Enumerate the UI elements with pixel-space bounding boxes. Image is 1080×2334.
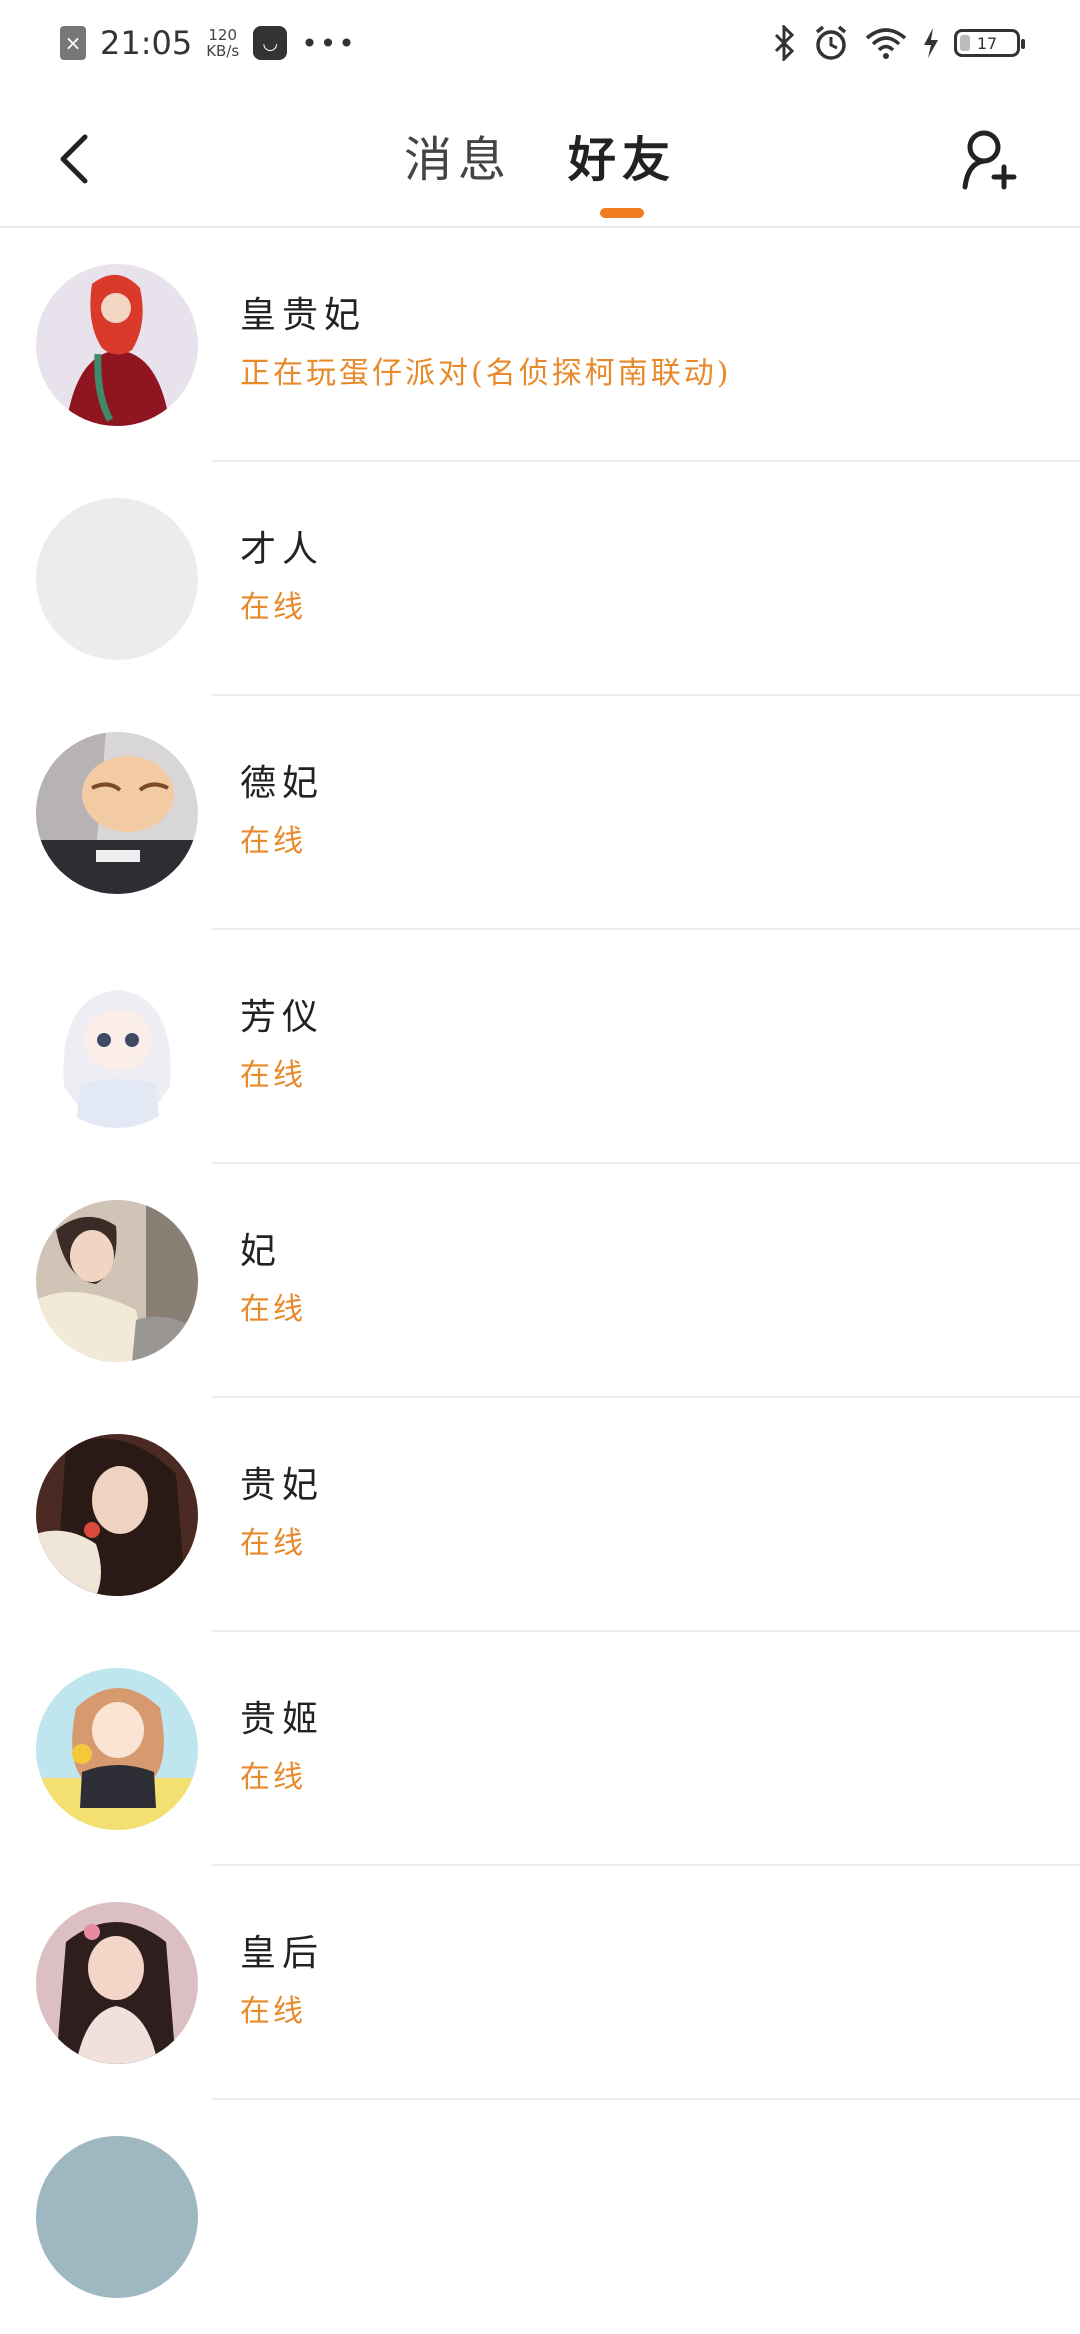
tab-friends[interactable]: 好友 (568, 120, 677, 218)
add-user-icon (962, 130, 1017, 190)
friend-list-item[interactable]: 皇贵妃 正在玩蛋仔派对(名侦探柯南联动) (0, 228, 1080, 462)
friend-list-item[interactable]: 贵妃 在线 (0, 1398, 1080, 1632)
friend-list-item[interactable]: 妃 在线 (0, 1164, 1080, 1398)
tab-messages-label: 消息 (403, 132, 512, 188)
friend-name: 皇贵妃 (240, 295, 367, 336)
status-time: 21:05 (100, 24, 193, 62)
wifi-icon (865, 28, 907, 59)
avatar (36, 1902, 198, 2064)
friend-status: 在线 (240, 1058, 306, 1093)
no-sim-icon: × (60, 26, 86, 60)
friend-list-item[interactable]: 贵姬 在线 (0, 1632, 1080, 1866)
tab-messages[interactable]: 消息 (404, 120, 512, 216)
active-tab-indicator (600, 208, 644, 218)
friend-status: 正在玩蛋仔派对(名侦探柯南联动) (240, 356, 732, 391)
network-speed: 120 KB/s (206, 27, 239, 59)
bluetooth-icon (774, 25, 795, 61)
charging-icon (924, 28, 938, 58)
tab-bar: 消息 好友 (0, 120, 1080, 218)
friend-list-item[interactable]: 德妃 在线 (0, 696, 1080, 930)
friend-list-item[interactable]: 皇后 在线 (0, 1866, 1080, 2100)
friend-name: 贵姬 (240, 1699, 325, 1740)
avatar-placeholder (36, 498, 198, 660)
status-bar: × 21:05 120 KB/s ◡ ••• 17 (0, 0, 1080, 86)
avatar (36, 2136, 198, 2298)
battery-icon: 17 (954, 29, 1025, 57)
friend-status: 在线 (240, 590, 306, 625)
top-nav-bar: 消息 好友 (0, 86, 1080, 228)
friend-name: 才人 (240, 529, 325, 570)
notification-app-icon: ◡ (253, 26, 288, 60)
friend-name: 贵妃 (240, 1465, 325, 1506)
friend-name: 芳仪 (240, 997, 325, 1038)
friend-name: 德妃 (240, 763, 325, 804)
friend-name: 皇后 (240, 1933, 325, 1974)
avatar (36, 1200, 198, 1362)
add-friend-button[interactable] (958, 126, 1024, 192)
friend-list: 皇贵妃 正在玩蛋仔派对(名侦探柯南联动) 才人 在线 德妃 在线 芳仪 在线 妃… (0, 228, 1080, 2334)
status-left: × 21:05 120 KB/s ◡ ••• (60, 24, 357, 62)
avatar (36, 1668, 198, 1830)
network-speed-value: 120 (208, 26, 238, 44)
friend-status: 在线 (240, 1292, 306, 1327)
avatar (36, 732, 198, 894)
tab-friends-label: 好友 (568, 132, 677, 188)
alarm-icon (815, 25, 847, 60)
friend-list-item[interactable]: 才人 在线 (0, 462, 1080, 696)
friend-status: 在线 (240, 1760, 306, 1795)
avatar (36, 264, 198, 426)
friend-name: 妃 (240, 1231, 283, 1272)
friend-status: 在线 (240, 1994, 306, 2029)
status-right: 17 (772, 24, 1025, 62)
more-notifications-icon: ••• (301, 26, 357, 60)
network-speed-unit: KB/s (206, 42, 240, 60)
friend-list-item[interactable]: 芳仪 在线 (0, 930, 1080, 1164)
avatar (36, 966, 198, 1128)
friend-list-item-partial[interactable] (0, 2100, 1080, 2334)
friend-status: 在线 (240, 1526, 306, 1561)
friend-status: 在线 (240, 824, 306, 859)
battery-level: 17 (976, 33, 998, 53)
avatar (36, 1434, 198, 1596)
